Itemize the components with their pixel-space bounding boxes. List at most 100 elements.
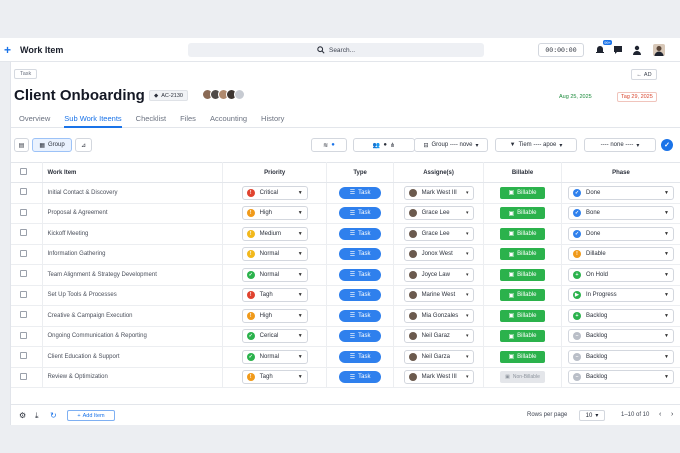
tab-history[interactable]: History bbox=[261, 112, 284, 128]
priority-select[interactable]: ! Critical ▼ bbox=[241, 185, 308, 200]
col-work-item[interactable]: Work Item bbox=[42, 162, 224, 183]
billable-badge[interactable]: ▣ Billable bbox=[500, 186, 546, 199]
billable-badge[interactable]: ▣ Billable bbox=[500, 289, 546, 302]
type-badge[interactable]: ☰ Task bbox=[339, 371, 382, 384]
billable-badge[interactable]: ▣ Billable bbox=[500, 207, 546, 220]
phase-select[interactable]: ✓ Done ▼ bbox=[567, 185, 674, 200]
work-item-name[interactable]: Information Gathering bbox=[42, 244, 224, 265]
table-row[interactable]: Ongoing Communication & Reporting ✓ Cerica… bbox=[11, 326, 680, 347]
phase-select[interactable]: – Backlog ▼ bbox=[567, 329, 674, 344]
work-item-name[interactable]: Proposal & Agreement bbox=[42, 203, 224, 224]
tab-overview[interactable]: Overview bbox=[19, 112, 50, 128]
rows-per-page-select[interactable]: 10 ▾ bbox=[579, 410, 605, 421]
phase-select[interactable]: ✓ Done ▼ bbox=[567, 226, 674, 241]
phase-select[interactable]: + Backlog ▼ bbox=[567, 308, 674, 323]
tab-sub-work-items[interactable]: Sub Work Iteents bbox=[64, 112, 122, 128]
type-badge[interactable]: ☰ Task bbox=[339, 227, 382, 240]
assignee-select[interactable]: Mark West III ▾ bbox=[403, 370, 474, 385]
assignee-select[interactable]: Joyce Law ▾ bbox=[403, 267, 474, 282]
row-checkbox[interactable] bbox=[20, 208, 27, 216]
start-date[interactable]: Aug 25, 2025 bbox=[559, 92, 592, 102]
phase-select[interactable]: – Backlog ▼ bbox=[567, 370, 674, 385]
row-checkbox[interactable] bbox=[20, 229, 27, 237]
tab-files[interactable]: Files bbox=[180, 112, 196, 128]
work-item-name[interactable]: Set Up Tools & Processes bbox=[42, 285, 224, 306]
row-checkbox[interactable] bbox=[20, 290, 27, 298]
assignee-avatars[interactable] bbox=[202, 89, 245, 100]
row-checkbox[interactable] bbox=[20, 372, 27, 380]
breadcrumb[interactable]: Task bbox=[14, 69, 38, 79]
group-button[interactable]: ▦ Group bbox=[32, 138, 72, 152]
profile-avatar[interactable] bbox=[653, 44, 665, 56]
table-row[interactable]: Client Education & Support ✓ Normal ▼ ☰ Task N… bbox=[11, 346, 680, 368]
notification-icon[interactable]: 99+ bbox=[594, 40, 612, 56]
add-item-button[interactable]: + Add Item bbox=[67, 410, 115, 421]
assignee-select[interactable]: Mia Gonzales ▾ bbox=[403, 308, 474, 323]
chart-view-button[interactable]: ⊿ bbox=[75, 138, 92, 152]
assignee-select[interactable]: Marine West ▾ bbox=[403, 288, 474, 303]
billable-badge[interactable]: ▣ Billable bbox=[500, 268, 546, 281]
type-badge[interactable]: ☰ Task bbox=[339, 309, 382, 322]
table-row[interactable]: Information Gathering ! Normal ▼ ☰ Task Jonox … bbox=[11, 244, 680, 265]
priority-select[interactable]: ✓ Normal ▼ bbox=[241, 349, 308, 364]
refresh-icon[interactable]: ↻ bbox=[50, 411, 57, 420]
type-badge[interactable]: ☰ Task bbox=[339, 186, 382, 199]
ad-button[interactable]: ← AD bbox=[631, 69, 657, 80]
row-checkbox[interactable] bbox=[20, 188, 27, 196]
work-item-name[interactable]: Ongoing Communication & Reporting bbox=[42, 326, 224, 347]
row-checkbox[interactable] bbox=[20, 270, 27, 278]
priority-select[interactable]: ! Tagh ▼ bbox=[241, 288, 308, 303]
chat-icon[interactable] bbox=[612, 44, 624, 56]
billable-badge[interactable]: ▣ Billable bbox=[500, 227, 546, 240]
priority-select[interactable]: ✓ Normal ▼ bbox=[241, 267, 308, 282]
billable-badge[interactable]: ▣ Non-Billable bbox=[500, 371, 546, 384]
phase-select[interactable]: ▶ In Progress ▼ bbox=[567, 288, 674, 303]
assignee-select[interactable]: Grace Lee ▾ bbox=[403, 226, 474, 241]
select-all-checkbox[interactable] bbox=[20, 168, 27, 175]
priority-select[interactable]: ✓ Cerical ▼ bbox=[241, 329, 308, 344]
table-row[interactable]: Review & Optimization! Tagh ▼ ☰ Task Mark Wes… bbox=[11, 367, 680, 388]
phase-select[interactable]: + On Hold ▼ bbox=[567, 267, 674, 282]
billable-badge[interactable]: ▣ Billable bbox=[500, 350, 546, 363]
type-badge[interactable]: ☰ Task bbox=[339, 289, 382, 302]
assignee-select[interactable]: Neil Garza ▾ bbox=[403, 349, 474, 364]
billable-badge[interactable]: ▣ Billable bbox=[500, 309, 546, 322]
help-icon[interactable]: ✓ bbox=[661, 139, 673, 151]
table-row[interactable]: Team Alignment & Strategy Development ✓ No… bbox=[11, 264, 680, 286]
priority-select[interactable]: ! Normal ▼ bbox=[241, 247, 308, 262]
billable-badge[interactable]: ▣ Billable bbox=[500, 248, 546, 261]
col-type[interactable]: Type bbox=[326, 162, 395, 183]
type-badge[interactable]: ☰ Task bbox=[339, 330, 382, 343]
download-icon[interactable]: ⤓ bbox=[35, 411, 39, 421]
billable-badge[interactable]: ▣ Billable bbox=[500, 330, 546, 343]
type-badge[interactable]: ☰ Task bbox=[339, 248, 382, 261]
layer-toggle[interactable]: ≋ ● bbox=[311, 138, 347, 152]
priority-select[interactable]: ! High ▼ bbox=[241, 206, 308, 221]
priority-select[interactable]: ! High ▼ bbox=[241, 308, 308, 323]
col-priority[interactable]: Priority bbox=[222, 162, 328, 183]
assignee-select[interactable]: Mark West III ▾ bbox=[403, 185, 474, 200]
assignee-select[interactable]: Neil Garaz ▾ bbox=[403, 329, 474, 344]
search-input[interactable]: Search... bbox=[188, 43, 484, 57]
end-date[interactable]: Tag 29, 2025 bbox=[617, 92, 657, 102]
assignee-select[interactable]: Jonox West ▾ bbox=[403, 247, 474, 262]
add-icon[interactable]: + bbox=[4, 44, 14, 56]
priority-select[interactable]: ! Medium ▼ bbox=[241, 226, 308, 241]
work-item-name[interactable]: Initial Contact & Discovery bbox=[42, 182, 224, 204]
timer-display[interactable]: 00:00:00 bbox=[538, 43, 584, 57]
tab-checklist[interactable]: Checklist bbox=[136, 112, 166, 128]
prev-page-icon[interactable]: ‹ bbox=[659, 411, 661, 418]
type-badge[interactable]: ☰ Task bbox=[339, 268, 382, 281]
row-checkbox[interactable] bbox=[20, 249, 27, 257]
people-filter[interactable]: 👥 ● ⋔ bbox=[353, 138, 415, 152]
col-phase[interactable]: Phase bbox=[561, 162, 680, 183]
item-filter-select[interactable]: ▼ Tiem ---- apoe ▾ bbox=[495, 138, 577, 152]
work-item-name[interactable]: Client Education & Support bbox=[42, 346, 224, 368]
work-item-name[interactable]: Kickoff Meeting bbox=[42, 223, 224, 245]
tab-accounting[interactable]: Accounting bbox=[210, 112, 247, 128]
row-checkbox[interactable] bbox=[20, 311, 27, 319]
table-row[interactable]: Creative & Campaign Execution ! High ▼ ☰ Task… bbox=[11, 305, 680, 327]
phase-select[interactable]: ✓ Bone ▼ bbox=[567, 206, 674, 221]
work-item-name[interactable]: Creative & Campaign Execution bbox=[42, 305, 224, 327]
settings-icon[interactable]: ⚙ bbox=[19, 411, 26, 420]
